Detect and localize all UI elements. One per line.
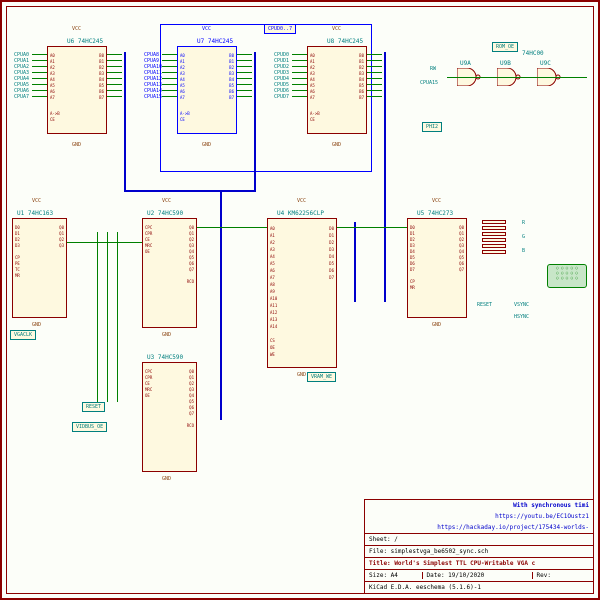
ic-u1-74hc163[interactable]: D0D1D2D3CPPETCMR Q0Q1Q2Q3 bbox=[12, 218, 67, 318]
resistor-array[interactable] bbox=[482, 220, 512, 260]
ic-u5-74hc273[interactable]: D0D1D2D3D4D5D6D7CPMR Q0Q1Q2Q3Q4Q5Q6Q7 bbox=[407, 218, 467, 318]
ic-u4-label: U4 KM62256CLP bbox=[277, 210, 324, 217]
vcc-u7: VCC bbox=[202, 26, 211, 32]
wires-u8-right bbox=[367, 54, 382, 55]
netlabel-vsync: VSYNC bbox=[514, 302, 529, 308]
wire-sample5 bbox=[97, 232, 98, 402]
gnd-u3: GND bbox=[162, 476, 171, 482]
netlabel-phi2: PHI2 bbox=[422, 122, 442, 132]
gate-u9c-label: U9C bbox=[540, 60, 551, 67]
bus-label-cpud: CPUD0..7 bbox=[264, 24, 296, 34]
bus-h1 bbox=[124, 190, 256, 192]
gnd-u1: GND bbox=[32, 322, 41, 328]
title-link2: https://hackaday.io/project/175434-world… bbox=[437, 524, 589, 531]
wire-sample2 bbox=[197, 227, 267, 228]
ic-u8-label: U8 74HC245 bbox=[327, 38, 363, 45]
wire-sample7 bbox=[117, 232, 118, 402]
gnd-u5: GND bbox=[432, 322, 441, 328]
ic-u6-label: U6 74HC245 bbox=[67, 38, 103, 45]
netlabel-g: G bbox=[522, 234, 525, 240]
netlabel-vgaclk: VGACLK bbox=[10, 330, 36, 340]
netlabel-rw: RW bbox=[430, 66, 436, 72]
gnd-u8: GND bbox=[332, 142, 341, 148]
gate-u9-part: 74HC00 bbox=[522, 50, 544, 57]
ic-u7-74hc245[interactable]: A0A1A2A3A4A5A6A7 B0B1B2B3B4B5B6B7 A->BCE bbox=[177, 46, 237, 134]
wire-sample3 bbox=[337, 227, 407, 228]
title-tool: KiCad E.D.A. eeschema (5.1.6)-1 bbox=[369, 584, 481, 591]
netlabel-r: R bbox=[522, 220, 525, 226]
ic-u7-label: U7 74HC245 bbox=[197, 38, 233, 45]
title-text: World's Simplest TTL CPU-Writable VGA c bbox=[394, 560, 535, 567]
gnd-u7: GND bbox=[202, 142, 211, 148]
netlabel-vramwe: VRAM_WE bbox=[307, 372, 336, 382]
netlabel-b: B bbox=[522, 248, 525, 254]
netlabel-romoe: ROM_OE bbox=[492, 42, 518, 52]
gate-u9b-label: U9B bbox=[500, 60, 511, 67]
netlabel-cpua0-7: CPUA0 CPUA1 CPUA2 CPUA3 CPUA4 CPUA5 CPUA… bbox=[14, 52, 29, 100]
netlabel-cpua15-gate: CPUA15 bbox=[420, 80, 438, 86]
title-date: Date: 19/10/2020 bbox=[422, 572, 532, 579]
ic-u3-74hc590[interactable]: CPCCPRCEMRCOE Q0Q1Q2Q3Q4Q5Q6Q7RCO bbox=[142, 362, 197, 472]
netlabel-reset: RESET bbox=[82, 402, 105, 412]
wires-u6-right bbox=[107, 54, 122, 55]
bus-addr bbox=[124, 52, 126, 192]
title-rev: Rev: bbox=[532, 572, 590, 579]
bus-addr2 bbox=[254, 52, 256, 192]
ic-u3-label: U3 74HC590 bbox=[147, 354, 183, 361]
wires-u7-right bbox=[237, 54, 252, 55]
vcc-u2: VCC bbox=[162, 198, 171, 204]
vcc-u1: VCC bbox=[32, 198, 41, 204]
gnd-u4: GND bbox=[297, 372, 306, 378]
title-size: Size: A4 bbox=[369, 572, 422, 579]
title-file: File: simplestvga_be6502_sync.sch bbox=[369, 548, 488, 555]
ic-u2-74hc590[interactable]: CPCCPRCEMRCOE Q0Q1Q2Q3Q4Q5Q6Q7RCO bbox=[142, 218, 197, 328]
netlabel-reset2: RESET bbox=[477, 302, 492, 308]
wire-sample4 bbox=[447, 77, 587, 78]
title-label: Title: bbox=[369, 560, 391, 567]
vcc-u8: VCC bbox=[332, 26, 341, 32]
title-link1: https://youtu.be/EC1Oustz1 bbox=[495, 513, 589, 520]
ic-u2-label: U2 74HC590 bbox=[147, 210, 183, 217]
gnd-u6: GND bbox=[72, 142, 81, 148]
netlabel-vidbusoe: VIDBUS_OE bbox=[72, 422, 107, 432]
wires-u7-left bbox=[162, 54, 177, 55]
ic-u5-label: U5 74HC273 bbox=[417, 210, 453, 217]
bus-data bbox=[384, 52, 386, 302]
bus-data2 bbox=[354, 222, 356, 302]
ic-u1-label: U1 74HC163 bbox=[17, 210, 53, 217]
vcc-u6: VCC bbox=[72, 26, 81, 32]
vcc-u5: VCC bbox=[432, 198, 441, 204]
bus-addr3 bbox=[220, 190, 222, 420]
title-block: With synchronous timi https://youtu.be/E… bbox=[364, 499, 594, 594]
ic-u8-74hc245[interactable]: A0A1A2A3A4A5A6A7 B0B1B2B3B4B5B6B7 A->BCE bbox=[307, 46, 367, 134]
netlabel-cpua8-15: CPUA8 CPUA9 CPUA10 CPUA11 CPUA12 CPUA13 … bbox=[144, 52, 162, 100]
gate-u9a-label: U9A bbox=[460, 60, 471, 67]
vga-connector[interactable]: ○ ○ ○ ○ ○○ ○ ○ ○ ○○ ○ ○ ○ ○ bbox=[547, 264, 587, 288]
title-sheet: Sheet: / bbox=[369, 536, 398, 543]
netlabel-cpud0-7: CPUD0 CPUD1 CPUD2 CPUD3 CPUD4 CPUD5 CPUD… bbox=[274, 52, 289, 100]
wire-sample6 bbox=[107, 232, 108, 402]
netlabel-hsync: HSYNC bbox=[514, 314, 529, 320]
wires-u6-left bbox=[32, 54, 47, 55]
ic-u6-74hc245[interactable]: A0A1A2A3A4A5A6A7 B0B1B2B3B4B5B6B7 A->BCE bbox=[47, 46, 107, 134]
ic-u4-sram[interactable]: A0A1A2A3A4A5A6A7A8A9A10A11A12A13A14CSOEW… bbox=[267, 218, 337, 368]
title-note: With synchronous timi bbox=[513, 502, 589, 509]
gnd-u2: GND bbox=[162, 332, 171, 338]
wires-u8-left bbox=[292, 54, 307, 55]
vcc-u4: VCC bbox=[297, 198, 306, 204]
wire-sample1 bbox=[67, 242, 142, 243]
